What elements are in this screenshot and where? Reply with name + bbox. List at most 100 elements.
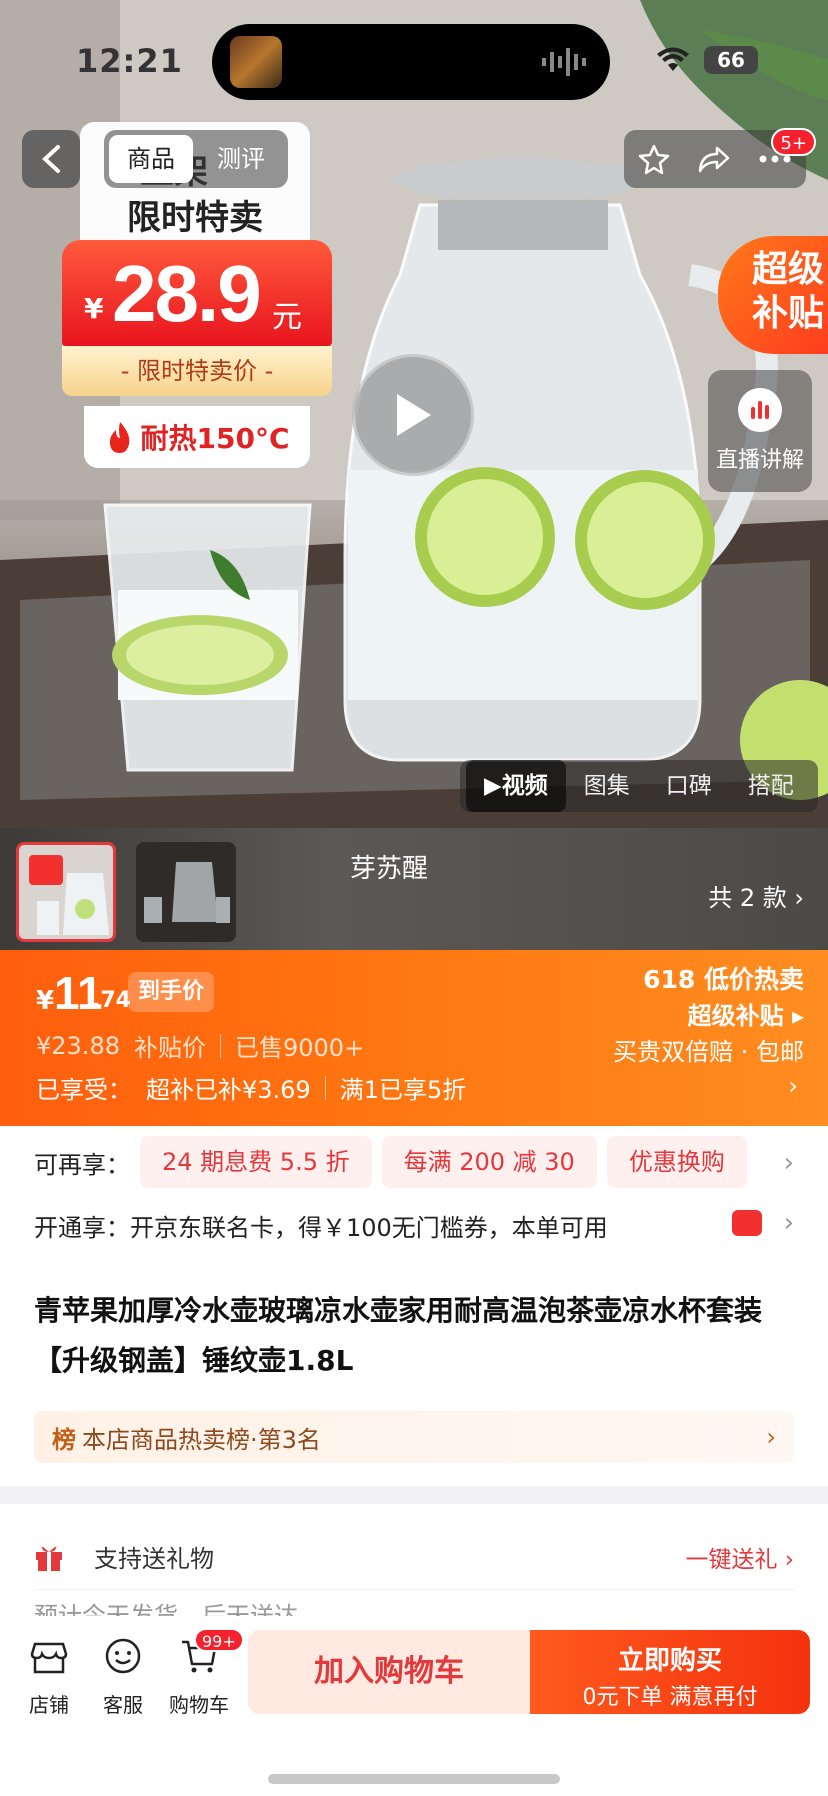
live-explain-button[interactable]: 直播讲解 (708, 370, 812, 492)
campaign-subsidy: 超级补贴 ▸ (687, 1002, 804, 1030)
divider (219, 1033, 221, 1058)
more-benefits-label: 可再享： (34, 1150, 130, 1179)
add-to-cart-button[interactable]: 加入购物车 (248, 1630, 530, 1714)
card-offer-text[interactable]: 开通享：开京东联名卡，得￥100无门槛券，本单可用 (34, 1208, 608, 1243)
benefit-chip-discount[interactable]: 每满 200 减 30 (381, 1136, 597, 1188)
flame-icon (109, 422, 129, 453)
promo-line2: 限时特卖 (127, 198, 263, 238)
more-benefits-row[interactable]: 可再享： 24 期息费 5.5 折 每满 200 减 30 优惠换购 (34, 1136, 747, 1188)
super-subsidy-badge[interactable]: 超级 补贴 (718, 236, 828, 354)
benefit-chip-exchange[interactable]: 优惠换购 (606, 1136, 747, 1188)
campaign-guarantee: 买贵双倍赔 · 包邮 (613, 1038, 804, 1066)
variant-count: 共 2 款 (708, 884, 787, 912)
promo-price-box: ¥ 28.9 元 (62, 240, 332, 346)
buy-now-label: 立即购买 (617, 1646, 722, 1676)
tab-product[interactable]: 商品 (109, 135, 193, 183)
send-gift-link[interactable]: 一键送礼 › (685, 1540, 794, 1574)
variant-thumb-1[interactable] (16, 842, 116, 942)
heat-resistance-badge: 耐热150°C (84, 406, 310, 468)
product-info-section: 可再享： 24 期息费 5.5 折 每满 200 减 30 优惠换购 › 开通享… (0, 1126, 828, 1486)
media-tab-gallery[interactable]: 图集 (566, 760, 648, 812)
subsidy-price-label: 补贴价 (133, 1034, 206, 1062)
gift-section: 支持送礼物 一键送礼 › 预计今天发货，后天送达 (0, 1504, 828, 1630)
wifi-icon (657, 47, 689, 71)
audio-wave-icon (542, 48, 586, 76)
promo-unit: 元 (272, 300, 302, 335)
customer-service-label: 客服 (103, 1693, 143, 1717)
tab-review[interactable]: 测评 (199, 135, 283, 183)
buy-now-sublabel: 0元下单 满意再付 (582, 1685, 758, 1710)
enjoyed-label: 已享受： (36, 1076, 132, 1104)
enjoyed-subsidy: 超补已补¥3.69 (146, 1076, 311, 1104)
media-tabs: ▶视频 图集 口碑 搭配 (460, 760, 818, 812)
share-icon[interactable] (697, 144, 731, 174)
enjoyed-discounts-row: 已享受： 超补已补¥3.69 满1已享5折 (36, 1070, 466, 1105)
status-time: 12:21 (76, 42, 183, 80)
live-explain-label: 直播讲解 (715, 448, 804, 473)
battery-indicator: 66 (704, 46, 758, 74)
cart-button[interactable]: 购物车 99+ (166, 1628, 244, 1718)
product-hero-image[interactable]: 12:21 66 上架 限时特卖 (0, 0, 828, 828)
gift-row[interactable]: 支持送礼物 一键送礼 › (34, 1524, 794, 1590)
media-tab-match[interactable]: 搭配 (730, 760, 812, 812)
variant-count-link[interactable]: 共 2 款 › (708, 878, 804, 913)
sold-count: 已售9000+ (234, 1034, 365, 1062)
customer-service-icon (105, 1638, 141, 1674)
benefit-chip-installment[interactable]: 24 期息费 5.5 折 (140, 1136, 372, 1188)
buy-now-button[interactable]: 立即购买 0元下单 满意再付 (530, 1630, 810, 1714)
campaign-title: 618 低价热卖 (643, 965, 804, 994)
home-indicator (268, 1774, 560, 1784)
product-title: 青苹果加厚冷水壶玻璃凉水壶家用耐高温泡茶壶凉水杯套装 【升级钢盖】锤纹壶1.8L (34, 1294, 763, 1377)
variant-name: 芽苏醒 (350, 854, 429, 884)
final-price-tag: 到手价 (128, 972, 215, 1012)
final-price-dec: .74 (92, 988, 131, 1013)
chevron-right-icon: › (783, 1148, 794, 1178)
shop-icon (30, 1642, 68, 1674)
cart-label: 购物车 (169, 1693, 229, 1717)
play-video-button[interactable] (352, 354, 474, 476)
play-icon (397, 394, 431, 436)
campaign-info[interactable]: 618 低价热卖 超级补贴 ▸ 买贵双倍赔 · 包邮 (613, 962, 804, 1070)
chevron-right-icon: › (783, 1208, 794, 1238)
enjoyed-discount: 满1已享5折 (339, 1076, 467, 1104)
customer-service-button[interactable]: 客服 (90, 1636, 156, 1718)
media-tab-reviews[interactable]: 口碑 (648, 760, 730, 812)
variant-strip: 芽苏醒 共 2 款 › (0, 828, 828, 950)
chevron-right-icon: › (788, 1072, 798, 1100)
super-subsidy-line1: 超级 (752, 249, 825, 290)
cart-count-badge: 99+ (194, 1628, 244, 1652)
gift-label: 支持送礼物 (94, 1545, 214, 1573)
final-price-currency: ¥ (36, 986, 55, 1016)
dynamic-island (212, 24, 610, 100)
media-tab-video[interactable]: ▶视频 (466, 760, 566, 812)
live-icon (738, 388, 782, 432)
subsidy-price: ¥23.88 (36, 1031, 120, 1060)
shop-button[interactable]: 店铺 (16, 1636, 82, 1718)
price-banner[interactable]: ¥ 11 .74 到手价 ¥23.88 补贴价 已售9000+ 已享受： 超补已… (0, 950, 828, 1126)
status-icons: 66 (656, 46, 758, 74)
shop-label: 店铺 (29, 1693, 69, 1717)
promo-price: 28.9 (112, 249, 262, 338)
chevron-left-icon (42, 145, 60, 173)
rank-text: 本店商品热卖榜·第3名 (82, 1425, 321, 1454)
top-tabs: 商品 测评 (104, 130, 288, 188)
product-page: 12:21 66 上架 限时特卖 (0, 0, 828, 1796)
gift-icon (36, 1546, 62, 1571)
now-playing-thumbnail (230, 36, 282, 88)
hot-rank-row[interactable]: 榜 本店商品热卖榜·第3名 › (34, 1411, 794, 1463)
variant-thumb-2[interactable] (136, 842, 236, 942)
subsidy-price-row: ¥23.88 补贴价 已售9000+ (36, 1028, 364, 1063)
bottom-action-bar: 店铺 客服 购物车 99+ 加入购物车 立即购买 0元下单 满意再付 (0, 1616, 828, 1796)
notification-badge: 5+ (771, 128, 816, 156)
star-favorite-icon[interactable] (638, 143, 670, 175)
divider (324, 1075, 326, 1100)
promo-label: - 限时特卖价 - (62, 346, 332, 396)
super-subsidy-line2: 补贴 (752, 293, 825, 334)
chevron-right-icon: › (766, 1423, 776, 1451)
section-divider (0, 1486, 828, 1504)
chevron-right-icon: › (794, 884, 804, 912)
heat-text: 耐热150°C (140, 422, 290, 455)
credit-card-icon (732, 1210, 762, 1236)
rank-icon: 榜 (52, 1425, 76, 1454)
promo-currency: ¥ (84, 292, 104, 325)
